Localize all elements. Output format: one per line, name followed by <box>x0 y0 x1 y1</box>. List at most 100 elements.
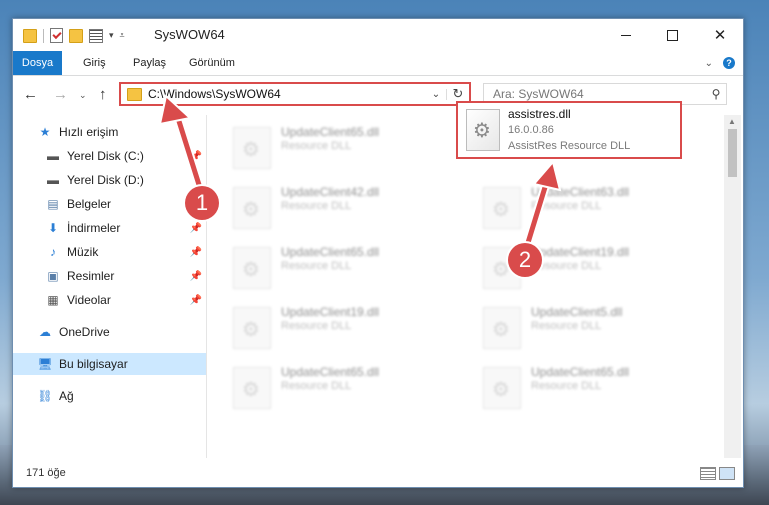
file-explorer-window: ▾ ⩡ SysWOW64 ✕ Dosya Giriş Paylaş Görünü… <box>12 18 744 488</box>
list-item[interactable]: UpdateClient19.dll Resource DLL <box>463 239 693 293</box>
scrollbar-thumb[interactable] <box>728 129 737 177</box>
maximize-icon <box>666 29 678 41</box>
highlighted-file-assistres[interactable]: assistres.dll 16.0.0.86 AssistRes Resour… <box>456 101 682 159</box>
file-description: Resource DLL <box>281 320 352 332</box>
window-title: SysWOW64 <box>154 27 225 42</box>
properties-check-icon[interactable] <box>50 28 63 43</box>
minimize-button[interactable] <box>603 19 649 51</box>
close-icon: ✕ <box>713 27 727 44</box>
list-item[interactable]: UpdateClient42.dll Resource DLL <box>213 179 443 233</box>
close-button[interactable]: ✕ <box>697 19 743 51</box>
dll-file-icon <box>233 187 271 229</box>
folder-icon[interactable] <box>23 28 37 43</box>
sidebar-item-label: İndirmeler <box>67 221 121 235</box>
view-options-icon[interactable] <box>89 28 103 43</box>
dll-file-icon <box>233 127 271 169</box>
videos-icon: ▦ <box>47 293 59 307</box>
refresh-icon[interactable]: ↻ <box>447 86 469 102</box>
customize-toolbar-icon[interactable]: ⩡ <box>120 30 125 41</box>
list-item[interactable]: UpdateClient5.dll Resource DLL <box>463 299 693 353</box>
folder-icon <box>127 87 142 101</box>
scroll-up-icon[interactable]: ▲ <box>728 117 736 126</box>
pin-icon[interactable]: 📌 <box>190 151 202 162</box>
navigation-pane: ★ Hızlı erişim ▬ Yerel Disk (C:) 📌 ▬ Yer… <box>13 115 206 458</box>
sidebar-item-label: Ağ <box>59 389 74 403</box>
tab-view[interactable]: Görünüm <box>179 51 245 75</box>
file-name: UpdateClient65.dll <box>531 365 630 379</box>
view-toggle <box>700 467 735 480</box>
pane-divider[interactable] <box>206 115 207 458</box>
sidebar-item-label: OneDrive <box>59 325 110 339</box>
file-name: UpdateClient65.dll <box>281 125 380 139</box>
sidebar-item-downloads[interactable]: ⬇ İndirmeler 📌 <box>13 217 206 239</box>
help-icon[interactable]: ? <box>723 57 735 69</box>
file-list: UpdateClient65.dll Resource DLL UpdateCl… <box>213 115 721 458</box>
up-arrow-icon[interactable]: ↑ <box>99 86 107 103</box>
file-description: Resource DLL <box>531 200 602 212</box>
sidebar-item-videos[interactable]: ▦ Videolar 📌 <box>13 289 206 311</box>
details-view-icon[interactable] <box>700 467 716 480</box>
file-name: UpdateClient42.dll <box>281 185 380 199</box>
file-description: Resource DLL <box>281 380 352 392</box>
list-item[interactable]: UpdateClient65.dll Resource DLL <box>213 359 443 413</box>
search-input[interactable]: Ara: SysWOW64 <box>484 87 706 101</box>
drive-icon: ▬ <box>47 149 59 163</box>
tab-file[interactable]: Dosya <box>13 51 62 75</box>
address-bar[interactable]: C:\Windows\SysWOW64 ⌄ ↻ <box>119 82 471 106</box>
file-name: UpdateClient19.dll <box>531 245 630 259</box>
maximize-button[interactable] <box>649 19 695 51</box>
sidebar-item-this-pc[interactable]: 🖥 Bu bilgisayar <box>13 353 206 375</box>
pin-icon[interactable]: 📌 <box>190 271 202 282</box>
sidebar-item-network[interactable]: ⛓ Ağ <box>13 385 206 407</box>
expand-ribbon-icon[interactable]: ⌄ <box>705 58 713 69</box>
back-arrow-icon[interactable]: ← <box>23 86 38 103</box>
file-name: UpdateClient63.dll <box>531 185 630 199</box>
minimize-icon <box>621 34 631 36</box>
download-icon: ⬇ <box>47 221 59 235</box>
toolbar-divider <box>43 28 44 43</box>
dll-file-icon <box>483 187 521 229</box>
sidebar-item-quick-access[interactable]: ★ Hızlı erişim <box>13 121 206 143</box>
chevron-down-icon[interactable]: ⌄ <box>426 88 447 100</box>
chevron-down-icon[interactable]: ▾ <box>109 30 114 41</box>
title-bar: ▾ ⩡ SysWOW64 ✕ <box>13 19 743 51</box>
ribbon-controls: ⌄ ? <box>705 57 735 69</box>
large-icons-view-icon[interactable] <box>719 467 735 480</box>
list-item[interactable]: UpdateClient19.dll Resource DLL <box>213 299 443 353</box>
network-icon: ⛓ <box>37 389 53 403</box>
sidebar-item-disk-c[interactable]: ▬ Yerel Disk (C:) 📌 <box>13 145 206 167</box>
tab-share[interactable]: Paylaş <box>123 51 176 75</box>
new-folder-icon[interactable] <box>69 28 83 43</box>
music-icon: ♪ <box>50 245 56 259</box>
forward-arrow-icon[interactable]: → <box>53 86 68 103</box>
sidebar-item-documents[interactable]: ▤ Belgeler <box>13 193 206 215</box>
recent-locations-icon[interactable]: ⌄ <box>79 90 87 101</box>
dll-file-icon <box>466 109 500 151</box>
ribbon-tabs: Dosya Giriş Paylaş Görünüm ⌄ ? <box>13 51 743 76</box>
list-item[interactable]: UpdateClient65.dll Resource DLL <box>463 359 693 413</box>
file-name: UpdateClient65.dll <box>281 245 380 259</box>
pin-icon[interactable]: 📌 <box>190 247 202 258</box>
star-icon: ★ <box>39 125 51 139</box>
sidebar-item-label: Belgeler <box>67 197 112 211</box>
sidebar-item-label: Hızlı erişim <box>59 125 119 139</box>
tab-home[interactable]: Giriş <box>73 51 116 75</box>
file-description: AssistRes Resource DLL <box>508 140 631 152</box>
list-item[interactable]: UpdateClient63.dll Resource DLL <box>463 179 693 233</box>
list-item[interactable]: UpdateClient65.dll Resource DLL <box>213 119 443 173</box>
dll-file-icon <box>233 367 271 409</box>
vertical-scrollbar[interactable]: ▲ <box>724 115 741 458</box>
sidebar-item-onedrive[interactable]: ☁ OneDrive <box>13 321 206 343</box>
pin-icon[interactable]: 📌 <box>190 295 202 306</box>
file-description: Resource DLL <box>281 200 352 212</box>
address-path[interactable]: C:\Windows\SysWOW64 <box>148 87 426 101</box>
pin-icon[interactable]: 📌 <box>190 223 202 234</box>
item-count: 171 öğe <box>26 467 66 479</box>
sidebar-item-disk-d[interactable]: ▬ Yerel Disk (D:) <box>13 169 206 191</box>
sidebar-item-pictures[interactable]: ▣ Resimler 📌 <box>13 265 206 287</box>
dll-file-icon <box>233 247 271 289</box>
search-icon[interactable]: ⚲ <box>706 87 726 101</box>
computer-icon: 🖥 <box>37 357 53 371</box>
sidebar-item-music[interactable]: ♪ Müzik 📌 <box>13 241 206 263</box>
list-item[interactable]: UpdateClient65.dll Resource DLL <box>213 239 443 293</box>
